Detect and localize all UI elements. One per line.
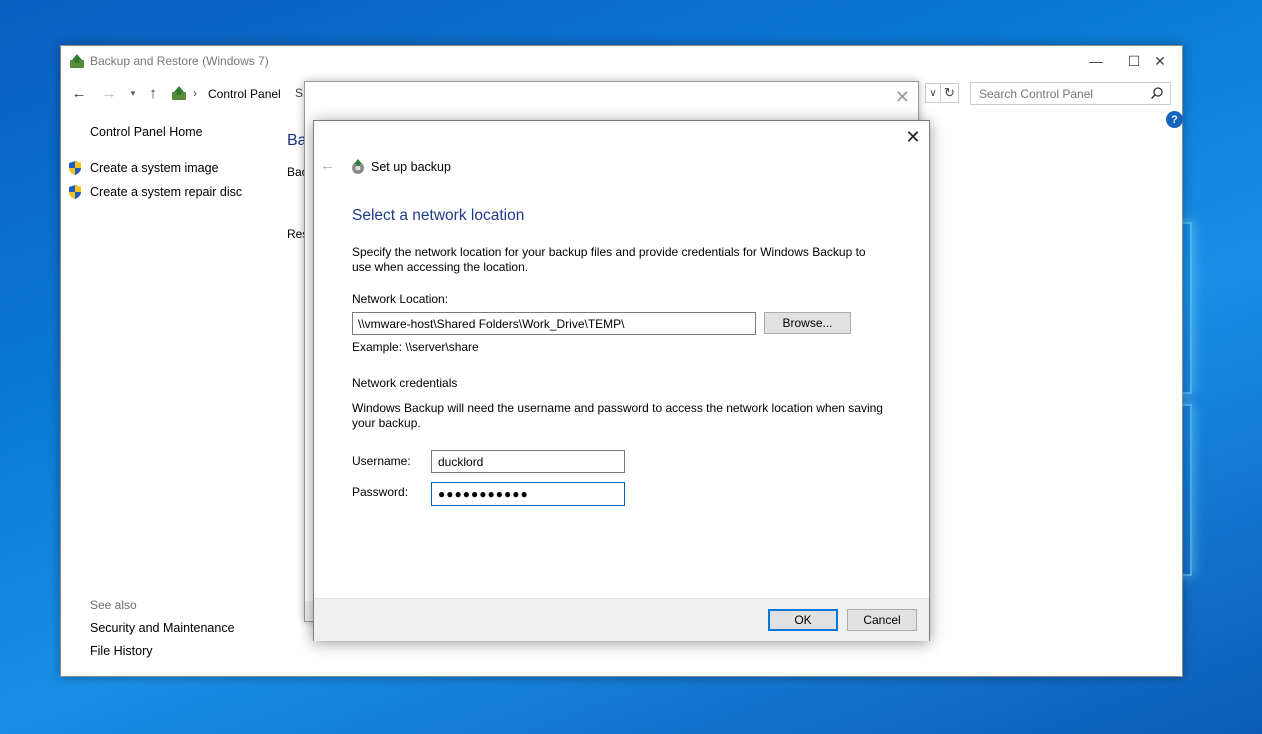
ok-button[interactable]: OK	[768, 609, 838, 631]
search-box[interactable]	[970, 82, 1171, 105]
dialog-back-arrow-icon[interactable]: ←	[320, 157, 335, 174]
title-bar[interactable]: Backup and Restore (Windows 7) — ☐ ✕	[61, 46, 1182, 76]
network-location-label: Network Location:	[352, 292, 449, 306]
breadcrumb-separator-icon: ›	[193, 86, 197, 100]
cancel-button[interactable]: Cancel	[847, 609, 917, 631]
recent-locations-chevron-icon[interactable]: ▾	[123, 83, 143, 103]
browse-button[interactable]: Browse...	[764, 312, 851, 334]
control-panel-icon	[172, 86, 186, 100]
breadcrumb[interactable]: › Control Panel S	[166, 81, 306, 104]
up-arrow-icon[interactable]: ↑	[143, 83, 163, 103]
close-button[interactable]: ✕	[1137, 46, 1183, 76]
search-icon[interactable]	[1150, 86, 1164, 100]
username-input[interactable]	[431, 450, 625, 473]
password-input[interactable]	[431, 482, 625, 506]
backup-wizard-icon	[352, 159, 364, 174]
back-arrow-icon[interactable]: ←	[69, 83, 89, 103]
dialog-title: Set up backup	[371, 160, 451, 174]
refresh-icon[interactable]: ↻	[941, 83, 959, 103]
dialog-footer: OK Cancel	[314, 598, 929, 641]
uac-shield-icon	[69, 161, 81, 175]
see-also-heading: See also	[90, 598, 137, 612]
backup-restore-icon	[70, 54, 84, 68]
forward-arrow-icon[interactable]: →	[99, 83, 119, 103]
see-also-file-history[interactable]: File History	[90, 644, 153, 658]
setup-backup-dialog: ✕ ← Set up backup Select a network locat…	[313, 120, 930, 641]
dialog-heading: Select a network location	[352, 207, 525, 224]
sidebar-item-control-panel-home[interactable]: Control Panel Home	[90, 125, 203, 139]
dialog-description: Specify the network location for your ba…	[352, 245, 866, 274]
help-icon[interactable]: ?	[1166, 111, 1183, 128]
dialog-close-icon[interactable]: ✕	[904, 127, 922, 147]
see-also-security-maintenance[interactable]: Security and Maintenance	[90, 621, 235, 635]
uac-shield-icon	[69, 185, 81, 199]
sidebar-item-create-repair-disc[interactable]: Create a system repair disc	[90, 185, 242, 199]
background-close-icon[interactable]: ✕	[895, 87, 910, 108]
breadcrumb-control-panel[interactable]: Control Panel	[208, 87, 281, 101]
sidebar: Control Panel Home Create a system image…	[61, 108, 281, 668]
window-title: Backup and Restore (Windows 7)	[90, 54, 269, 68]
username-label: Username:	[352, 454, 411, 468]
example-text: Example: \\server\share	[352, 340, 479, 354]
credentials-description: Windows Backup will need the username an…	[352, 401, 883, 430]
password-label: Password:	[352, 485, 409, 499]
sidebar-item-create-system-image[interactable]: Create a system image	[90, 161, 219, 175]
breadcrumb-next-peek[interactable]: S	[295, 86, 303, 100]
network-credentials-label: Network credentials	[352, 376, 458, 390]
network-location-input[interactable]	[352, 312, 756, 335]
address-dropdown-icon[interactable]: ∨	[925, 83, 941, 103]
search-input[interactable]	[971, 83, 1141, 104]
